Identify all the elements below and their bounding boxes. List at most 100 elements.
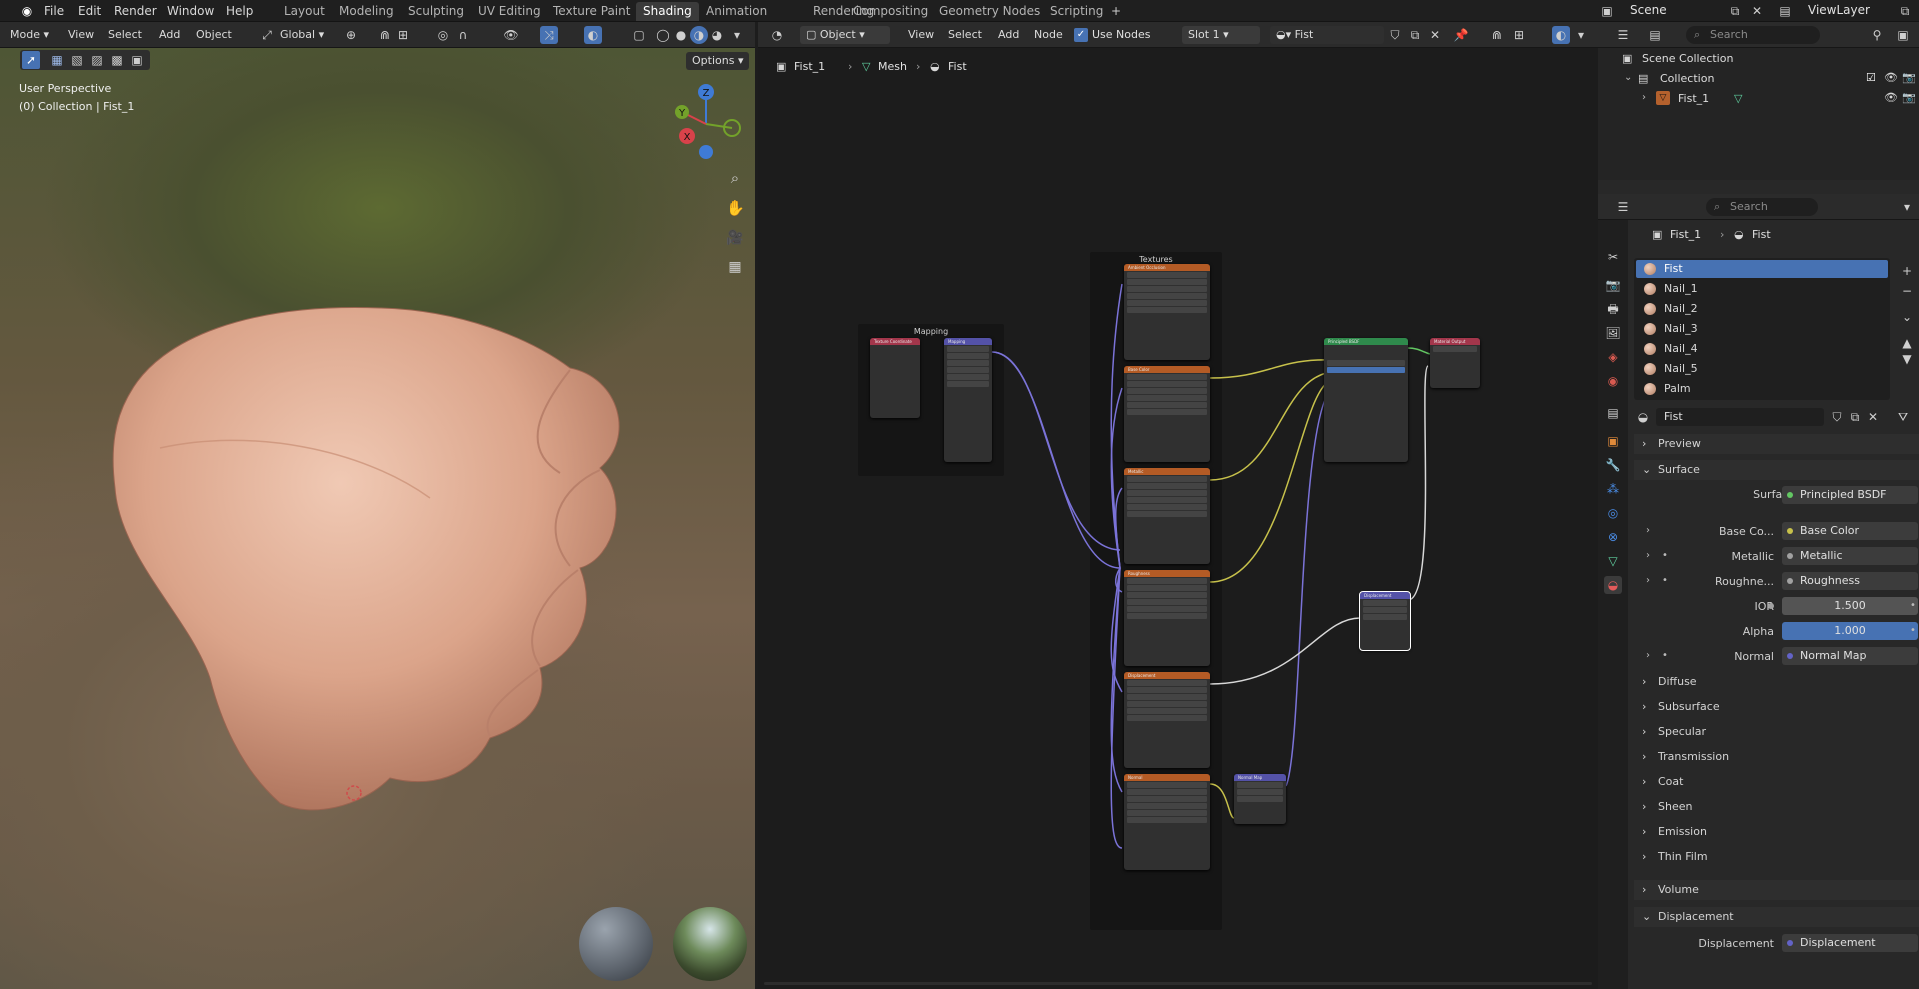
select-extend-icon[interactable]: ▧ <box>68 51 86 69</box>
editor-type-icon[interactable]: ◔ <box>768 26 786 44</box>
subpanel-specular[interactable]: › Specular <box>1642 722 1919 742</box>
fist-model[interactable] <box>100 298 660 818</box>
snap-node-icon[interactable]: ⋒ <box>1488 26 1506 44</box>
scene-delete-icon[interactable]: ✕ <box>1748 2 1766 20</box>
metallic-field[interactable]: Metallic <box>1782 547 1918 565</box>
node-overlay-icon[interactable]: ◐ <box>1552 26 1570 44</box>
properties-options-icon[interactable]: ▾ <box>1898 198 1916 216</box>
tab-shading[interactable]: Shading <box>636 2 699 21</box>
node-tex-normal[interactable]: Normal <box>1124 774 1210 870</box>
particles-tab-icon[interactable]: ⁂ <box>1604 480 1622 498</box>
tab-scripting[interactable]: Scripting <box>1043 2 1110 21</box>
shading-material-icon[interactable]: ◑ <box>690 26 708 44</box>
normal-field[interactable]: Normal Map <box>1782 647 1918 665</box>
select-invert-icon[interactable]: ▩ <box>108 51 126 69</box>
keyframe-dot-icon[interactable]: • <box>1910 600 1916 611</box>
material-browse-icon[interactable]: ◒ <box>1634 408 1652 426</box>
shading-options-icon[interactable]: ▾ <box>728 26 746 44</box>
material-tab-icon[interactable]: ◒ <box>1604 576 1622 594</box>
tab-texture-paint[interactable]: Texture Paint <box>546 2 637 21</box>
object-expand-icon[interactable]: › <box>1642 92 1646 103</box>
tab-uv-editing[interactable]: UV Editing <box>471 2 548 21</box>
subpanel-emission[interactable]: › Emission <box>1642 822 1919 842</box>
material-name-field[interactable]: Fist <box>1656 408 1824 426</box>
keyframe-dot-icon[interactable]: • <box>1910 625 1916 636</box>
ortho-grid-icon[interactable]: ▦ <box>726 258 744 276</box>
tab-sculpting[interactable]: Sculpting <box>401 2 471 21</box>
display-mode-icon[interactable]: ▤ <box>1646 26 1664 44</box>
node-menu-add[interactable]: Add <box>992 26 1025 44</box>
navigation-gizmo[interactable]: Z Y X <box>664 82 748 166</box>
material-selector[interactable]: ◒▾ Fist <box>1270 26 1384 44</box>
tab-modeling[interactable]: Modeling <box>332 2 401 21</box>
collection-expand-icon[interactable]: ⌄ <box>1624 72 1632 83</box>
node-menu-select[interactable]: Select <box>942 26 988 44</box>
object-mode-dropdown[interactable]: ▢ Object ▾ <box>800 26 890 44</box>
gizmo-toggle-icon[interactable]: ⤨ <box>540 26 558 44</box>
tab-compositing[interactable]: Compositing <box>846 2 935 21</box>
ior-field[interactable]: 1.500 <box>1768 597 1918 615</box>
object-tab-icon[interactable]: ▣ <box>1604 432 1622 450</box>
slot-dropdown[interactable]: Slot 1 ▾ <box>1182 26 1260 44</box>
displacement-field[interactable]: Displacement <box>1782 934 1918 952</box>
tab-animation[interactable]: Animation <box>699 2 774 21</box>
use-nodes-checkbox[interactable]: ✓ <box>1074 28 1088 42</box>
surface-shader-field[interactable]: Principled BSDF <box>1782 486 1918 504</box>
view-layer-icon[interactable]: ▤ <box>1776 2 1794 20</box>
node-tex-displacement[interactable]: Displacement <box>1124 672 1210 768</box>
render-tab-icon[interactable]: 📷 <box>1604 276 1622 294</box>
node-overlay-options-icon[interactable]: ▾ <box>1572 26 1590 44</box>
fake-user-icon[interactable]: ⛉ <box>1386 26 1404 44</box>
view-layer-add-icon[interactable]: ⧉ <box>1896 2 1914 20</box>
node-tex-ambient-occlusion[interactable]: Ambient Occlusion <box>1124 264 1210 360</box>
material-slot-item[interactable]: Nail_1 <box>1636 280 1884 298</box>
tab-layout[interactable]: Layout <box>277 2 332 21</box>
scene-tab-icon[interactable]: ◈ <box>1604 348 1622 366</box>
modifier-tab-icon[interactable]: 🔧 <box>1604 456 1622 474</box>
collection-tab-icon[interactable]: ▤ <box>1604 404 1622 422</box>
base-color-field[interactable]: Base Color <box>1782 522 1918 540</box>
keyframe-dot-icon[interactable]: • <box>1662 575 1668 586</box>
snap-target-icon[interactable]: ⊞ <box>394 26 412 44</box>
chevron-right-icon[interactable]: › <box>1646 525 1650 536</box>
data-tab-icon[interactable]: ▽ <box>1604 552 1622 570</box>
object-render-icon[interactable]: 📷 <box>1902 91 1916 104</box>
remove-slot-icon[interactable]: − <box>1898 282 1916 300</box>
overlay-toggle-icon[interactable]: ◐ <box>584 26 602 44</box>
outliner-object-label[interactable]: Fist_1 <box>1678 92 1709 105</box>
node-material-output[interactable]: Material Output <box>1430 338 1480 388</box>
constraints-tab-icon[interactable]: ⊗ <box>1604 528 1622 546</box>
fake-user-icon[interactable]: ⛉ <box>1828 408 1846 426</box>
xray-icon[interactable]: ▢ <box>630 26 648 44</box>
viewport-menu-view[interactable]: View <box>62 26 100 44</box>
shader-node-editor[interactable]: ▣ Fist_1 › ▽ Mesh › ◒ Fist Mapping Textu… <box>758 48 1598 989</box>
node-normal-map[interactable]: Normal Map <box>1234 774 1286 824</box>
pan-hand-icon[interactable]: ✋ <box>726 199 745 217</box>
viewport-menu-add[interactable]: Add <box>153 26 186 44</box>
select-subtract-icon[interactable]: ▨ <box>88 51 106 69</box>
hdri-preview-sphere[interactable] <box>673 907 747 981</box>
material-slot-item[interactable]: Nail_5 <box>1636 360 1884 378</box>
material-slot-item[interactable]: Nail_4 <box>1636 340 1884 358</box>
node-tex-base-color[interactable]: Base Color <box>1124 366 1210 462</box>
collection-visibility-icon[interactable]: 👁 <box>1884 71 1898 84</box>
link-options-icon[interactable]: ⛛ <box>1894 408 1912 426</box>
view-layer-name[interactable]: ViewLayer <box>1808 3 1870 17</box>
keyframe-dot-icon[interactable]: • <box>1662 550 1668 561</box>
select-box-icon[interactable]: ▦ <box>48 51 66 69</box>
new-collection-icon[interactable]: ▣ <box>1894 26 1912 44</box>
menu-edit[interactable]: Edit <box>74 3 105 19</box>
material-slot-item[interactable]: Nail_2 <box>1636 300 1884 318</box>
subpanel-transmission[interactable]: › Transmission <box>1642 747 1919 767</box>
pivot-icon[interactable]: ⊕ <box>342 26 360 44</box>
collection-label[interactable]: Collection <box>1660 72 1714 85</box>
world-tab-icon[interactable]: ◉ <box>1604 372 1622 390</box>
zoom-icon[interactable]: ⌕ <box>726 169 744 187</box>
properties-search-input[interactable]: ⌕ Search <box>1706 198 1818 216</box>
material-slot-item[interactable]: Nail_3 <box>1636 320 1884 338</box>
3d-viewport[interactable]: ➚ ▦ ▧ ▨ ▩ ▣ Options ▾ User Perspective (… <box>0 48 755 989</box>
node-tex-metallic[interactable]: Metallic <box>1124 468 1210 564</box>
object-visibility-icon[interactable]: 👁 <box>1884 91 1898 104</box>
scene-name[interactable]: Scene <box>1630 3 1667 17</box>
blender-logo-icon[interactable]: ◉ <box>18 2 36 20</box>
